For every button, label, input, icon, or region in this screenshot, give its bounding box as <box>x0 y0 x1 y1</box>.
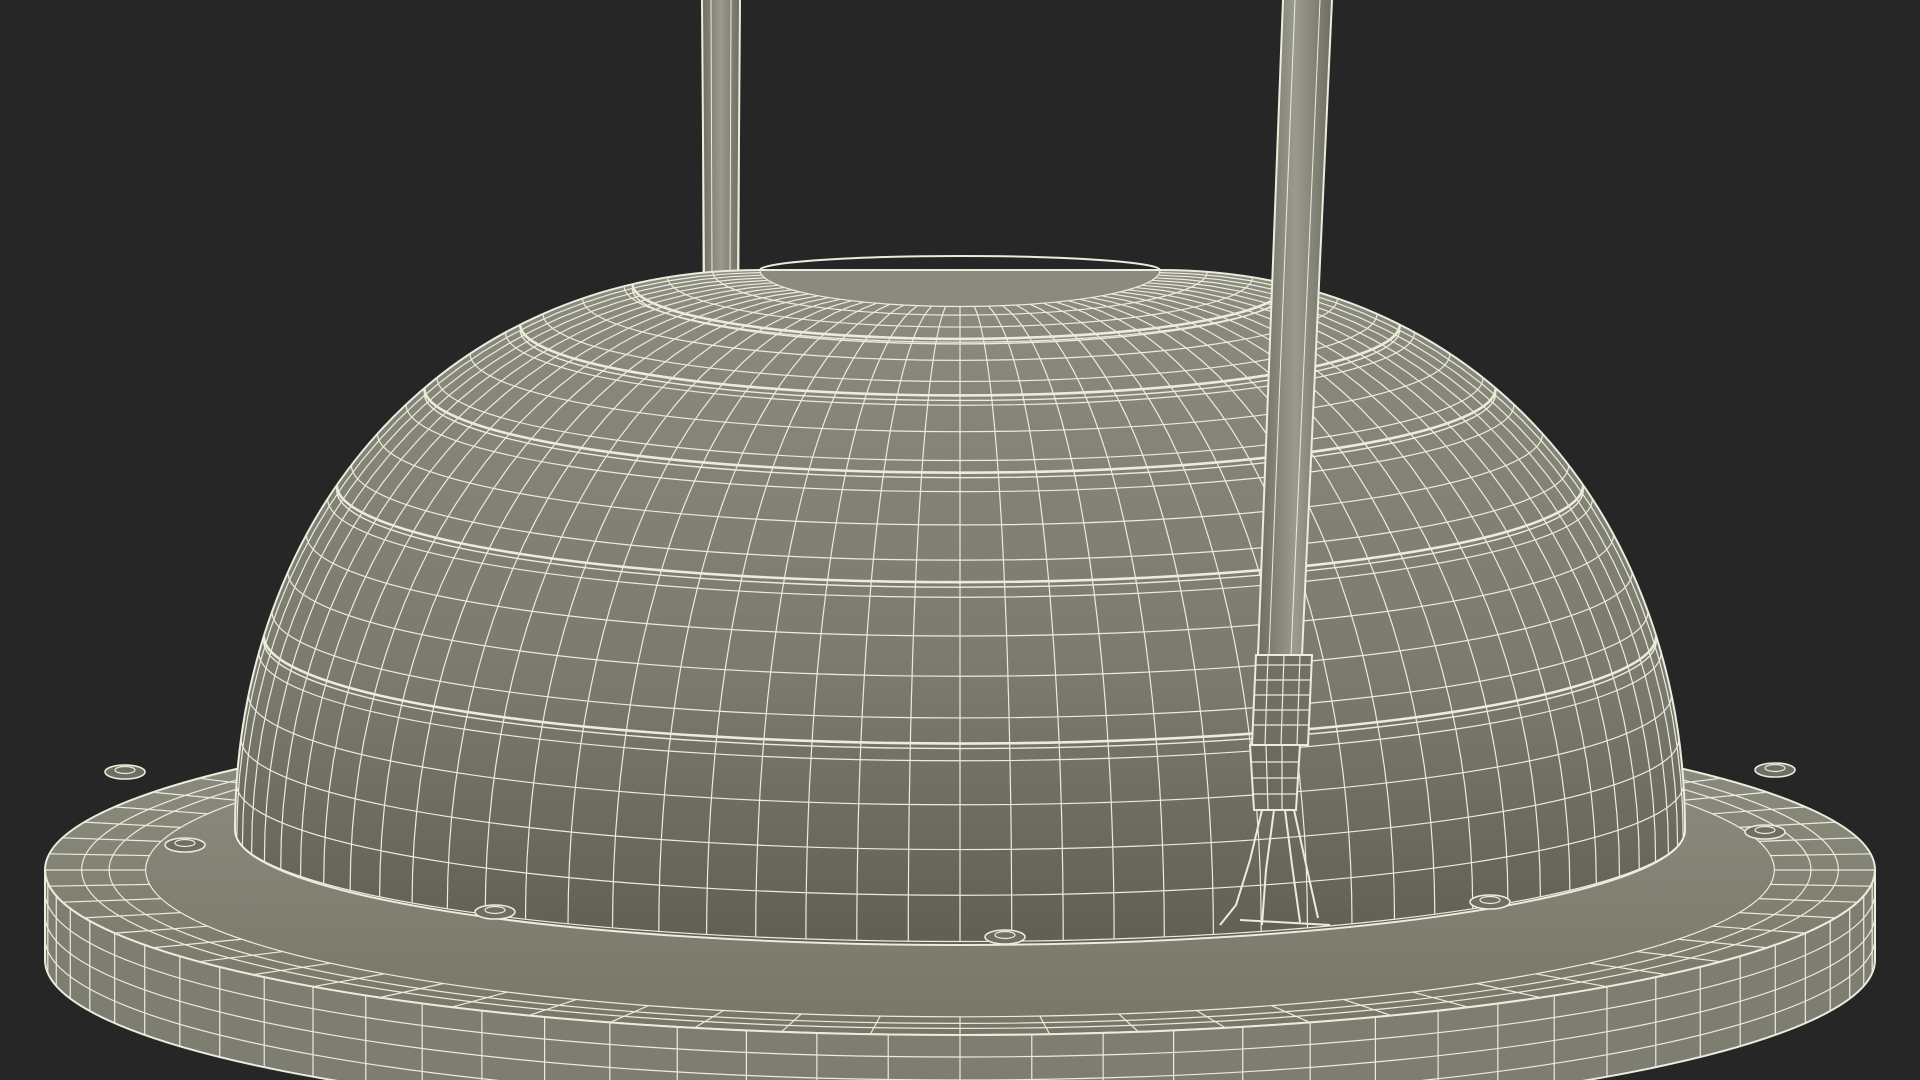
render-viewport[interactable] <box>0 0 1920 1080</box>
dome-shade <box>233 255 1687 946</box>
rear-support-rod <box>701 0 741 276</box>
wireframe-model <box>43 0 1877 1080</box>
